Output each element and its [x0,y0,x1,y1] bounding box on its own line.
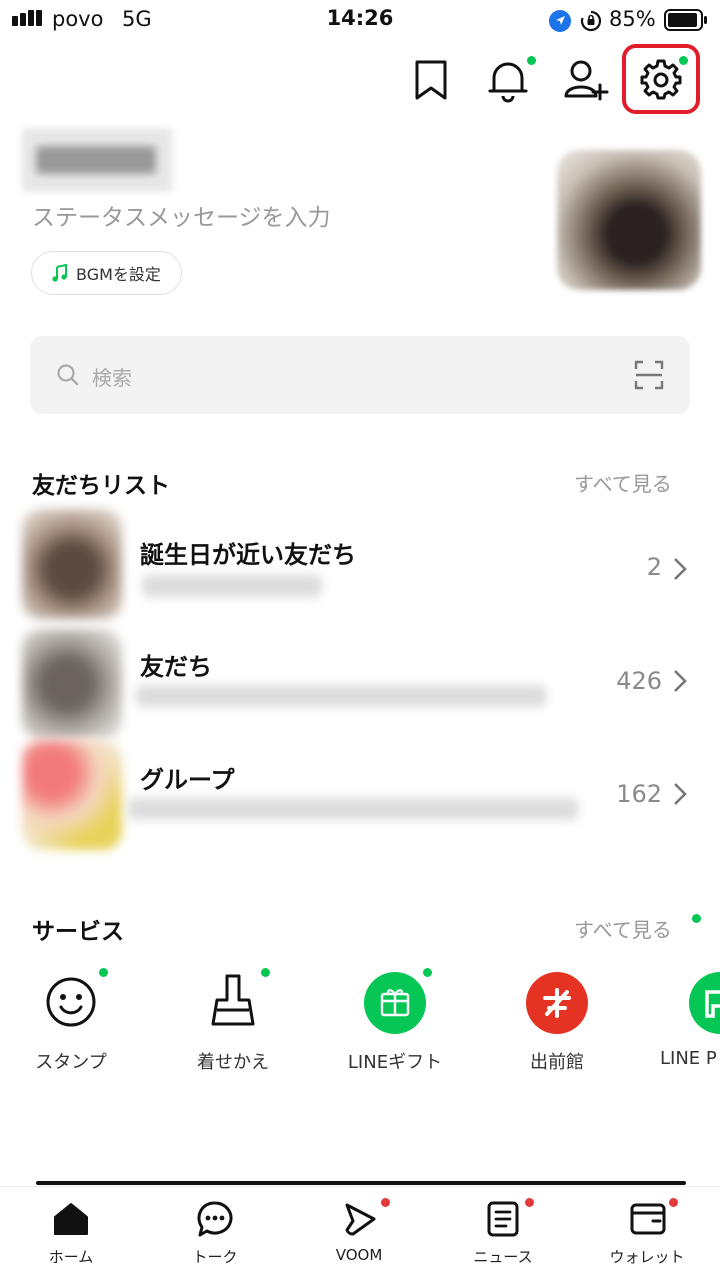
add-friend-icon[interactable] [562,56,610,104]
bgm-button[interactable]: BGMを設定 [31,251,182,295]
list-item[interactable]: 誕生日が近い友だち 2 [0,505,720,619]
profile-avatar[interactable] [557,150,701,290]
service-label: 着せかえ [197,1052,269,1073]
row-count: 2 [646,553,662,581]
row-subtitle-blurred [136,685,546,707]
search-input[interactable]: 検索 [92,362,132,391]
notification-bell-icon[interactable] [486,56,530,104]
nav-news[interactable]: ニュース [453,1196,553,1272]
list-item[interactable]: 友だち 426 [0,625,720,739]
service-demaekan[interactable]: 出前館 [487,964,627,1074]
row-subtitle-blurred [128,798,578,820]
service-line-pay[interactable]: LINE P [649,964,720,1074]
new-dot [669,1198,678,1207]
new-dot [525,1198,534,1207]
nav-home[interactable]: ホーム [21,1196,121,1272]
service-theme[interactable]: 着せかえ [163,964,303,1074]
wallet-icon [630,1203,666,1235]
demaekan-icon [526,972,588,1034]
profile-name-blurred [22,128,172,192]
bgm-label: BGMを設定 [76,265,161,284]
content-edge [36,1181,686,1185]
service-stamp[interactable]: スタンプ [1,964,141,1074]
nav-wallet[interactable]: ウォレット [597,1196,697,1272]
services-new-dot [692,914,701,923]
notification-dot [527,56,536,65]
brush-icon [211,974,255,1026]
service-label: スタンプ [35,1052,107,1073]
voom-icon [345,1203,376,1236]
battery-percent: 85% [609,7,656,31]
line-pay-icon [689,972,720,1034]
nav-label: ホーム [48,1248,94,1266]
service-gift[interactable]: LINEギフト [325,964,465,1074]
row-title: 友だち [140,653,212,681]
status-bar: povo 5G 14:26 85% [0,0,720,40]
new-dot [381,1198,390,1207]
gift-icon [364,972,426,1034]
service-label: LINEギフト [347,1052,443,1073]
birthday-avatar [22,509,122,619]
orientation-lock-icon [580,10,602,32]
chevron-right-icon [674,783,687,805]
service-label: 出前館 [530,1052,584,1073]
list-item[interactable]: グループ 162 [0,738,720,850]
new-dot [423,968,432,977]
home-icon [54,1203,88,1235]
nav-label: ニュース [473,1248,533,1266]
bookmark-icon[interactable] [410,58,452,102]
friends-see-all-link[interactable]: すべて見る [574,468,672,497]
nav-chats[interactable]: トーク [165,1196,265,1272]
status-message-input[interactable]: ステータスメッセージを入力 [32,198,331,232]
friends-avatar [22,629,122,739]
nav-label: ウォレット [609,1248,685,1266]
row-count: 426 [616,667,662,695]
service-label: LINE P [660,1048,717,1069]
music-note-icon [52,264,67,282]
new-dot [261,968,270,977]
qr-scan-icon[interactable] [634,360,664,390]
row-count: 162 [616,780,662,808]
new-dot [99,968,108,977]
friends-section-title: 友だちリスト [32,473,170,499]
news-icon [487,1201,519,1237]
smiley-icon [46,977,96,1027]
chat-icon [197,1201,233,1237]
services-see-all-link[interactable]: すべて見る [574,914,672,943]
settings-highlight-box [622,44,700,114]
nav-voom[interactable]: VOOM [309,1196,409,1272]
location-icon [549,10,571,32]
nav-label: VOOM [335,1246,383,1264]
services-section-title: サービス [32,919,124,945]
row-subtitle-blurred [142,575,322,597]
row-title: 誕生日が近い友だち [140,541,356,569]
search-icon [57,364,79,386]
battery-icon [664,9,707,31]
nav-label: トーク [192,1248,238,1266]
chevron-right-icon [674,670,687,692]
row-title: グループ [140,766,235,794]
chevron-right-icon [674,558,687,580]
groups-avatar [22,740,122,850]
